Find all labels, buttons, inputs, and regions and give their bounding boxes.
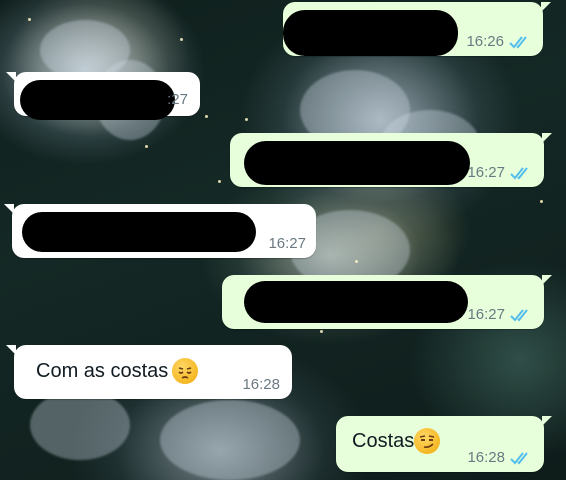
message-body: Com as costas [36,358,199,384]
message-time: 16:27 [467,306,505,323]
message-incoming[interactable]: Com as costas 16:28 [6,345,292,399]
message-time: 16:28 [467,449,505,466]
message-outgoing[interactable]: 16:27 [222,275,552,329]
pensive-face-icon [172,358,199,384]
message-text: Costas [352,429,415,452]
message-outgoing[interactable]: Costas 16:28 [336,416,552,472]
double-check-icon [509,35,527,48]
redacted-text [244,281,468,323]
message-body: Costas [352,428,441,454]
double-check-icon [510,308,528,321]
message-time-partial: :27 [167,91,188,108]
message-time: 16:26 [466,33,504,50]
double-check-icon [510,451,528,464]
double-check-icon [510,166,528,179]
message-outgoing[interactable]: 16:26 [283,2,551,56]
message-time: 16:28 [242,376,280,393]
message-meta: 16:27 [467,306,532,323]
message-meta: :27 [167,91,188,108]
redacted-text [20,80,175,120]
message-meta: 16:27 [268,235,306,252]
smirking-face-icon [414,428,441,454]
message-time: 16:27 [467,164,505,181]
message-incoming[interactable]: :27 [6,72,200,120]
message-outgoing[interactable]: 16:27 [230,133,552,187]
message-meta: 16:28 [242,376,280,393]
message-meta: 16:28 [467,449,532,466]
redacted-text [22,212,256,252]
message-time: 16:27 [268,235,306,252]
message-text: Com as costas [36,359,169,382]
message-meta: 16:26 [466,33,531,50]
message-meta: 16:27 [467,164,532,181]
redacted-text [244,141,470,185]
redacted-text [283,10,458,56]
message-incoming[interactable]: 16:27 [4,204,316,258]
